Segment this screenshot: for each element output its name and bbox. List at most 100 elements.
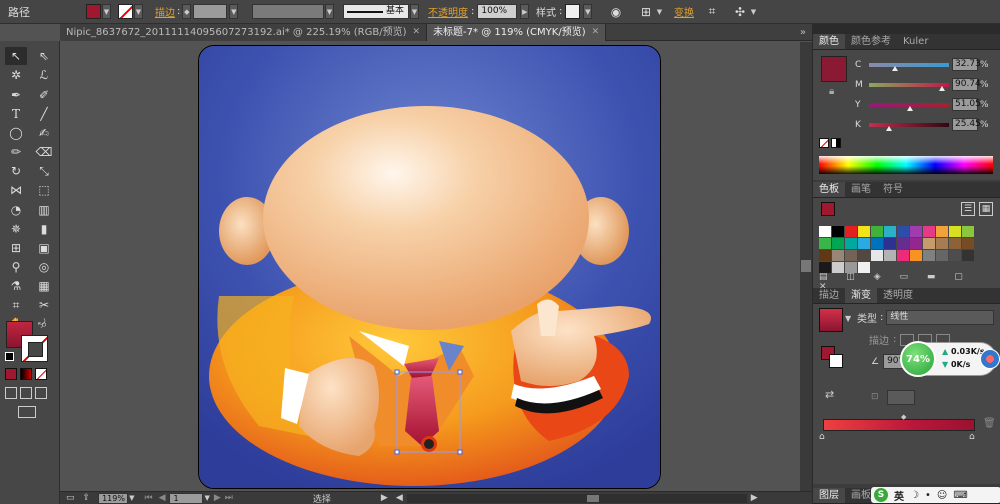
keyboard-icon[interactable]: ⌨ — [953, 490, 967, 501]
artboard-nav-icon[interactable]: ▭ — [66, 493, 75, 503]
eyedropper-icon[interactable]: ⚲ — [5, 258, 27, 276]
swatch[interactable] — [936, 226, 948, 237]
tab-document-2[interactable]: 未标题-7* @ 119% (CMYK/预览) ✕ — [427, 24, 607, 41]
recolor-icon[interactable]: ◉ — [608, 3, 624, 20]
swatch[interactable] — [845, 250, 857, 261]
default-colors-icon[interactable] — [5, 352, 14, 361]
sogou-icon[interactable]: S — [874, 488, 888, 502]
chevron-down-icon[interactable]: ▼ — [102, 4, 111, 19]
chevron-down-icon[interactable]: ▼ — [129, 494, 134, 502]
swatch[interactable] — [962, 238, 974, 249]
rotate-tool-icon[interactable]: ↻ — [5, 162, 27, 180]
swatch[interactable] — [845, 238, 857, 249]
swatch[interactable] — [832, 250, 844, 261]
draw-inside-icon[interactable] — [35, 387, 47, 399]
emoji-icon[interactable]: ☺ — [937, 490, 947, 501]
align-icon[interactable]: ⊞ ▼ — [638, 3, 664, 20]
fill-control[interactable]: ▼ — [86, 3, 111, 20]
curvature-icon[interactable]: ✐ — [33, 86, 55, 104]
gradient-origin[interactable] — [424, 439, 434, 449]
gradient-stop-right[interactable]: ⌂ — [969, 432, 975, 442]
channel-knob[interactable] — [892, 65, 899, 71]
chevron-down-icon[interactable]: ▼ — [845, 314, 851, 323]
opacity-control[interactable]: 不透明度: 100% ▶ — [428, 3, 530, 20]
channel-value-field[interactable]: 90.74 — [952, 78, 981, 91]
color-swatch[interactable] — [821, 56, 847, 82]
ime-toolbar[interactable]: S 英 ☽ • ☺ ⌨ — [871, 487, 1000, 503]
tab-gradient[interactable]: 渐变 — [845, 288, 877, 303]
swatch[interactable] — [858, 226, 870, 237]
swatch[interactable] — [858, 250, 870, 261]
swatch[interactable] — [871, 226, 883, 237]
page-field[interactable]: 1 — [169, 492, 204, 504]
tab-swatches[interactable]: 色板 — [813, 182, 845, 197]
tabs-menu-icon[interactable]: » — [794, 24, 812, 41]
gradient-slider[interactable] — [823, 419, 975, 431]
swatch[interactable] — [897, 250, 909, 261]
swatch[interactable] — [819, 238, 831, 249]
ellipse-tool-icon[interactable]: ◯ — [5, 124, 27, 142]
swatch[interactable] — [962, 226, 974, 237]
channel-knob[interactable] — [906, 105, 913, 111]
style-swatch[interactable] — [565, 4, 581, 19]
line-tool-icon[interactable]: ╱ — [33, 105, 55, 123]
list-view-icon[interactable]: ☰ — [961, 202, 975, 216]
channel-slider-k[interactable]: K 25.45% — [855, 118, 989, 131]
swatch[interactable] — [845, 226, 857, 237]
swatch[interactable] — [871, 238, 883, 249]
chevron-down-icon[interactable]: ▼ — [229, 4, 239, 19]
tab-color-guide[interactable]: 颜色参考 — [845, 34, 897, 49]
gradient-type-select[interactable]: 线性 — [886, 310, 995, 325]
swatch[interactable] — [923, 250, 935, 261]
fill-stroke-widget[interactable]: ⤾ — [5, 318, 50, 364]
type-tool-icon[interactable]: T — [5, 105, 27, 123]
column-graph-icon[interactable]: ▮ — [33, 220, 55, 238]
close-icon[interactable]: ✕ — [413, 24, 421, 41]
opacity-field[interactable]: 100% — [477, 4, 518, 19]
stroke-swatch[interactable] — [21, 335, 48, 362]
graph-tool-icon[interactable]: ▥ — [33, 201, 55, 219]
gradient-tool-icon[interactable]: ▣ — [33, 239, 55, 257]
color-spectrum[interactable] — [819, 156, 993, 174]
gradient-midpoint-icon[interactable]: ◆ — [901, 413, 906, 421]
tab-brushes[interactable]: 画笔 — [845, 182, 877, 197]
channel-value-field[interactable]: 51.05 — [952, 98, 981, 111]
brush-field[interactable]: 基本 — [343, 4, 409, 19]
brush-definition[interactable]: 基本 ▼ — [343, 3, 419, 20]
scroll-thumb[interactable] — [801, 260, 811, 272]
swatch[interactable] — [936, 250, 948, 261]
fill-stroke-mini[interactable] — [821, 346, 843, 368]
tab-symbols[interactable]: 符号 — [877, 182, 909, 197]
width-tool-icon[interactable]: ⋈ — [5, 181, 27, 199]
shape-builder-icon[interactable]: ◔ — [5, 201, 27, 219]
aspect-field[interactable] — [887, 390, 915, 405]
stroke-weight-field[interactable] — [193, 4, 228, 19]
tab-layers[interactable]: 图层 — [813, 488, 845, 503]
artboard[interactable] — [198, 45, 661, 489]
live-paint-icon[interactable]: ⚗ — [5, 277, 27, 295]
fill-swatch[interactable] — [86, 4, 101, 19]
pencil-icon[interactable]: ✏ — [5, 143, 27, 161]
chevron-right-icon[interactable]: ▶ — [520, 4, 530, 19]
black-white-icon[interactable] — [831, 138, 841, 148]
chevron-down-icon[interactable]: ▼ — [134, 4, 143, 19]
swatch[interactable] — [910, 238, 922, 249]
swatch[interactable] — [923, 238, 935, 249]
none-color-icon[interactable] — [819, 138, 829, 148]
chevron-down-icon[interactable]: ▼ — [583, 4, 593, 19]
none-mode-icon[interactable] — [35, 368, 47, 380]
selection-tool-icon[interactable]: ↖ — [5, 47, 27, 65]
moon-icon[interactable]: ☽ — [910, 490, 919, 501]
boost-icon[interactable] — [980, 349, 1000, 369]
prev-page-icon[interactable]: ◀ — [159, 493, 166, 503]
blend-tool-icon[interactable]: ◎ — [33, 258, 55, 276]
stroke-control[interactable]: ▼ — [118, 3, 143, 20]
swatch[interactable] — [858, 238, 870, 249]
screen-mode-icon[interactable] — [18, 406, 36, 418]
channel-slider-y[interactable]: Y 51.05% — [855, 98, 989, 111]
status-menu-icon[interactable]: ▶ — [381, 493, 388, 503]
opacity-label[interactable]: 不透明度 — [428, 4, 468, 19]
swatch[interactable] — [819, 250, 831, 261]
swatch[interactable] — [936, 238, 948, 249]
channel-track[interactable] — [869, 122, 949, 131]
